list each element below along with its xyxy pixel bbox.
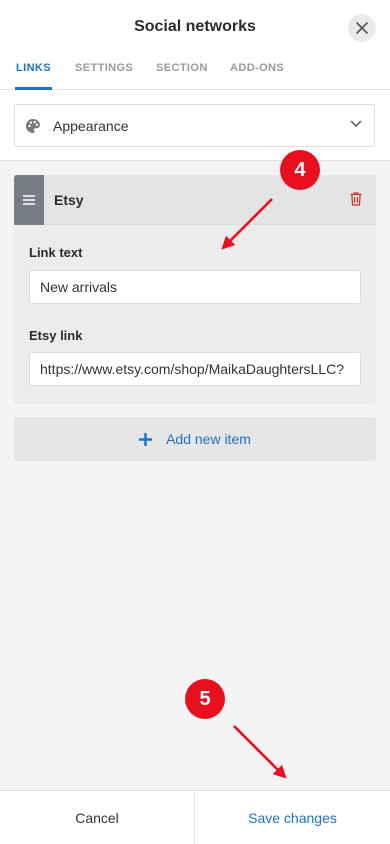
cancel-button[interactable]: Cancel [0,791,194,844]
add-new-item-button[interactable]: Add new item [14,417,376,461]
annotation-badge-4: 4 [280,150,320,190]
appearance-dropdown[interactable]: Appearance [14,104,375,147]
link-text-input[interactable]: New arrivals [29,270,361,304]
tab-settings[interactable]: SETTINGS [75,62,133,74]
chevron-down-icon [350,120,362,128]
add-new-item-label: Add new item [166,431,251,447]
footer: Cancel Save changes [0,790,390,844]
link-text-label: Link text [29,245,83,260]
tab-bar: LINKS SETTINGS SECTION ADD-ONS [0,56,390,90]
etsy-link-label: Etsy link [29,328,83,343]
header: Social networks [0,0,390,56]
etsy-link-input[interactable]: https://www.etsy.com/shop/MaikaDaughters… [29,352,361,386]
drag-handle[interactable] [14,175,44,225]
save-changes-button[interactable]: Save changes [195,791,390,844]
trash-icon[interactable] [350,192,362,206]
plus-icon [139,432,153,446]
item-title: Etsy [54,192,84,208]
appearance-label: Appearance [53,118,129,134]
active-tab-indicator [15,87,52,90]
tab-add-ons[interactable]: ADD-ONS [230,62,284,74]
card-header[interactable]: Etsy [14,175,376,225]
tab-section[interactable]: SECTION [156,62,208,74]
annotation-badge-5: 5 [185,679,225,719]
palette-icon [26,119,40,133]
close-icon [356,22,368,34]
panel-title: Social networks [134,18,256,35]
close-button[interactable] [348,14,376,42]
link-item-card: Etsy Link text New arrivals Etsy link ht… [14,175,376,404]
tab-links[interactable]: LINKS [16,62,51,74]
hamburger-icon [23,195,35,205]
